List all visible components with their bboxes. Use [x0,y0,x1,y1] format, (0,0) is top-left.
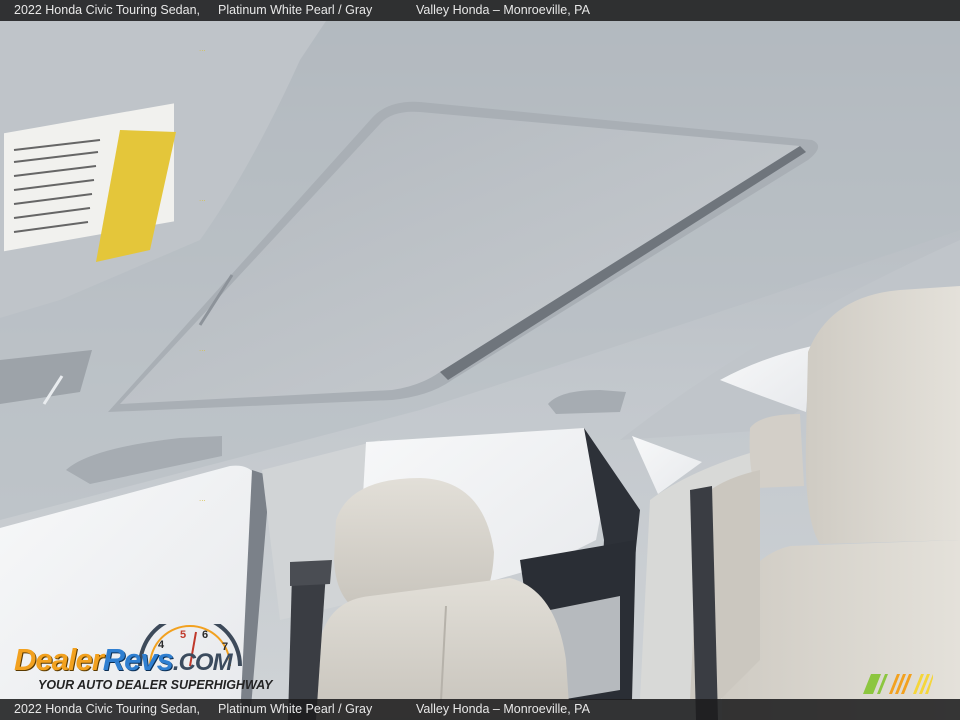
caption-dealer: Valley Honda – Monroeville, PA [416,3,590,17]
caption-color: Platinum White Pearl / Gray [218,702,373,716]
caption-color: Platinum White Pearl / Gray [218,3,373,17]
interior-photo [0,0,960,720]
gauge-digit: 6 [202,629,208,641]
front-headrest [805,286,960,544]
watermark-dot: ... [199,494,206,503]
logo-word-com: .COM [172,649,233,676]
photo-frame: 2022 Honda Civic Touring Sedan, Platinum… [0,0,960,720]
watermark-dot: ... [199,44,206,53]
dealerrevs-logo: 4 5 6 7 DealerRevs.COM YOUR AUTO DEALER … [10,624,273,696]
logo-tagline: YOUR AUTO DEALER SUPERHIGHWAY [38,678,273,692]
logo-word-revs: Revs [102,642,174,677]
caption-bar-bottom: 2022 Honda Civic Touring Sedan, Platinum… [0,699,960,720]
logo-word-dealer: Dealer [14,642,104,677]
logo-wordmark: DealerRevs.COM [14,642,233,681]
caption-dealer: Valley Honda – Monroeville, PA [416,702,590,716]
caption-vehicle: 2022 Honda Civic Touring Sedan, [14,702,201,716]
caption-vehicle: 2022 Honda Civic Touring Sedan, [14,3,201,17]
speed-stripes-icon [863,674,933,694]
caption-bar-top: 2022 Honda Civic Touring Sedan, Platinum… [0,0,960,21]
watermark-dot: ... [199,194,206,203]
gauge-digit: 5 [180,629,186,641]
watermark-dot: ... [199,344,206,353]
